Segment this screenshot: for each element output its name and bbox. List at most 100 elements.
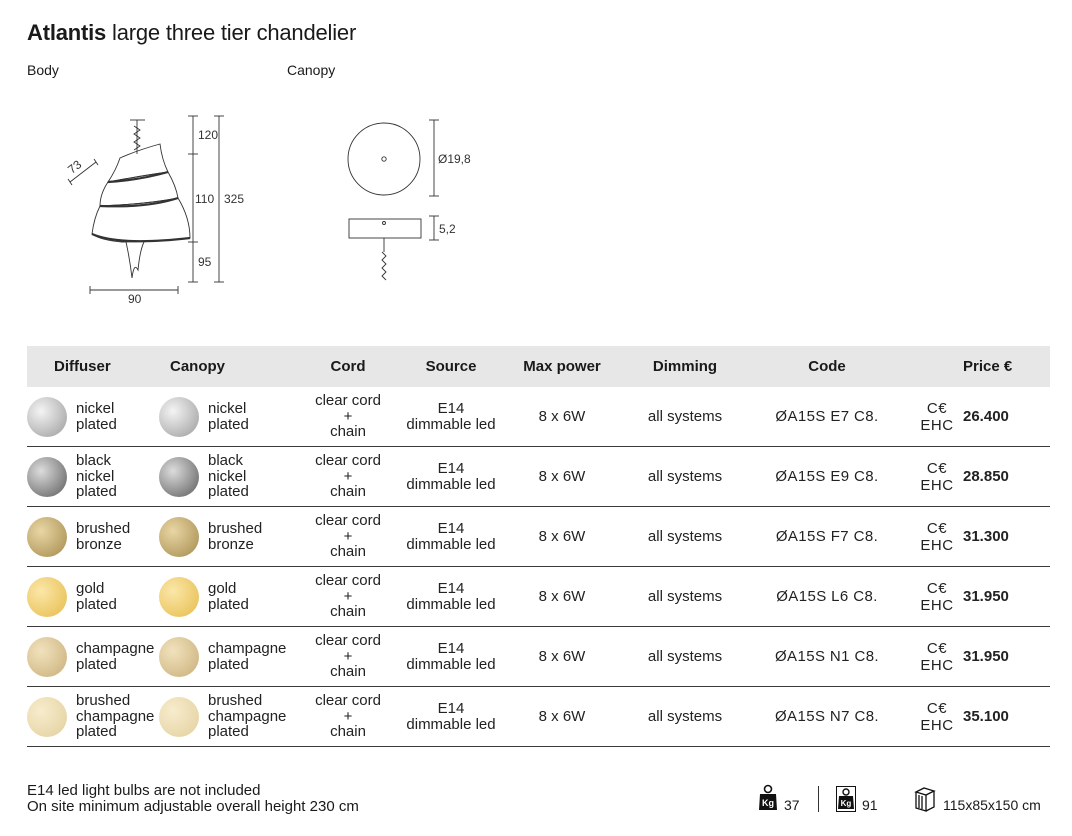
certification-marks: C€ EHC (911, 566, 963, 627)
cord-line: clear cord (315, 692, 381, 710)
cord-line: clear cord (315, 572, 381, 590)
cord-cell: clear cord + chain (291, 506, 405, 567)
dim-width: 90 (128, 292, 142, 306)
max-power-cell: 8 x 6W (497, 446, 627, 507)
canopy-finish-swatch (159, 576, 199, 617)
diffuser-finish: brushed champagne plated (76, 693, 154, 740)
canopy-cell: black nickel plated (159, 446, 291, 507)
source-cell: E14 dimmable led (405, 686, 497, 747)
dim-bottom: 95 (198, 255, 212, 269)
diffuser-line: bronze (76, 535, 122, 553)
price-cell: 35.100 (963, 686, 1050, 747)
cord-line: + (343, 407, 353, 425)
canopy-line: nickel (208, 467, 247, 485)
source-line: dimmable led (406, 475, 496, 493)
source-cell: E14 dimmable led (405, 446, 497, 507)
canopy-line: plated (208, 595, 249, 613)
diffuser-line: plated (76, 655, 117, 673)
diffuser-line: nickel (76, 400, 115, 417)
canopy-cell: gold plated (159, 566, 291, 627)
canopy-finish-swatch (159, 636, 199, 677)
canopy-cell: nickel plated (159, 387, 291, 447)
canopy-finish-swatch (159, 516, 199, 557)
diffuser-finish: nickel plated (76, 401, 117, 432)
cord-line: + (343, 587, 353, 605)
max-power-cell: 8 x 6W (497, 686, 627, 747)
cord-line: chain (330, 423, 366, 441)
cord-line: chain (330, 483, 366, 501)
net-weight: 37 (784, 797, 800, 813)
cord-line: + (343, 467, 353, 485)
body-drawing-label: Body (27, 62, 59, 78)
diffuser-line: champagne (76, 707, 155, 725)
diffuser-line: champagne (76, 640, 155, 657)
max-power-cell: 8 x 6W (497, 566, 627, 627)
max-power-cell: 8 x 6W (497, 387, 627, 447)
source-cell: E14 dimmable led (405, 626, 497, 687)
dim-top: 120 (198, 128, 219, 142)
canopy-line: brushed (208, 692, 263, 710)
diffuser-line: gold (76, 580, 105, 597)
price-cell: 31.300 (963, 506, 1050, 567)
canopy-cell: brushed bronze (159, 506, 291, 567)
source-line: dimmable led (406, 415, 496, 433)
table-row: gold plated gold plated clear cord + chain E… (27, 566, 1050, 627)
cord-line: + (343, 707, 353, 725)
diffuser-cell: black nickel plated (27, 446, 159, 507)
box-icon (914, 787, 936, 812)
diffuser-finish-swatch (27, 516, 67, 557)
dimming-cell: all systems (627, 686, 743, 747)
cord-line: clear cord (315, 632, 381, 650)
diffuser-line: plated (76, 483, 117, 501)
product-title: Atlantis large three tier chandelier (27, 20, 356, 46)
canopy-finish: champagne plated (208, 641, 286, 672)
max-power-cell: 8 x 6W (497, 506, 627, 567)
canopy-drawing (347, 119, 439, 281)
canopy-line: brushed (208, 520, 263, 537)
cord-cell: clear cord + chain (291, 626, 405, 687)
certification-marks: C€ EHC (911, 686, 963, 747)
canopy-line: bronze (208, 535, 254, 553)
col-header: Source (405, 346, 497, 387)
canopy-finish-swatch (159, 696, 199, 737)
diffuser-cell: gold plated (27, 566, 159, 627)
cord-cell: clear cord + chain (291, 446, 405, 507)
certification-marks: C€ EHC (911, 626, 963, 687)
col-header: Price € (963, 346, 1050, 387)
diffuser-line: plated (76, 595, 117, 613)
cord-cell: clear cord + chain (291, 387, 405, 447)
cord-line: chain (330, 663, 366, 681)
footer-divider (818, 786, 819, 812)
canopy-finish-swatch (159, 456, 199, 497)
package-weight-icon: Kg (836, 786, 856, 812)
price-cell: 26.400 (963, 387, 1050, 447)
diffuser-line: nickel (76, 467, 115, 485)
code-cell: ØA15S N1 C8. (743, 626, 911, 687)
canopy-cell: brushed champagne plated (159, 686, 291, 747)
source-cell: E14 dimmable led (405, 566, 497, 627)
product-title-rest: large three tier chandelier (112, 20, 357, 45)
canopy-line: plated (208, 483, 249, 501)
canopy-height: 5,2 (439, 222, 456, 236)
source-line: dimmable led (406, 595, 496, 613)
canopy-diameter: Ø19,8 (438, 152, 471, 166)
source-cell: E14 dimmable led (405, 506, 497, 567)
footer-note: On site minimum adjustable overall heigh… (27, 797, 359, 815)
dimming-cell: all systems (627, 387, 743, 447)
cord-line: chain (330, 543, 366, 561)
certification-marks: C€ EHC (911, 387, 963, 447)
price-cell: 31.950 (963, 626, 1050, 687)
code-cell: ØA15S E7 C8. (743, 387, 911, 447)
footer-note: E14 led light bulbs are not included (27, 782, 261, 799)
certification-marks: C€ EHC (911, 446, 963, 507)
cord-line: clear cord (315, 452, 381, 470)
diffuser-finish: brushed bronze (76, 521, 130, 552)
dimming-cell: all systems (627, 446, 743, 507)
source-line: dimmable led (406, 655, 496, 673)
cord-line: clear cord (315, 392, 381, 410)
code-cell: ØA15S N7 C8. (743, 686, 911, 747)
diffuser-finish-swatch (27, 576, 67, 617)
source-line: E14 (437, 640, 465, 657)
canopy-line: plated (208, 415, 249, 433)
diffuser-cell: brushed champagne plated (27, 686, 159, 747)
